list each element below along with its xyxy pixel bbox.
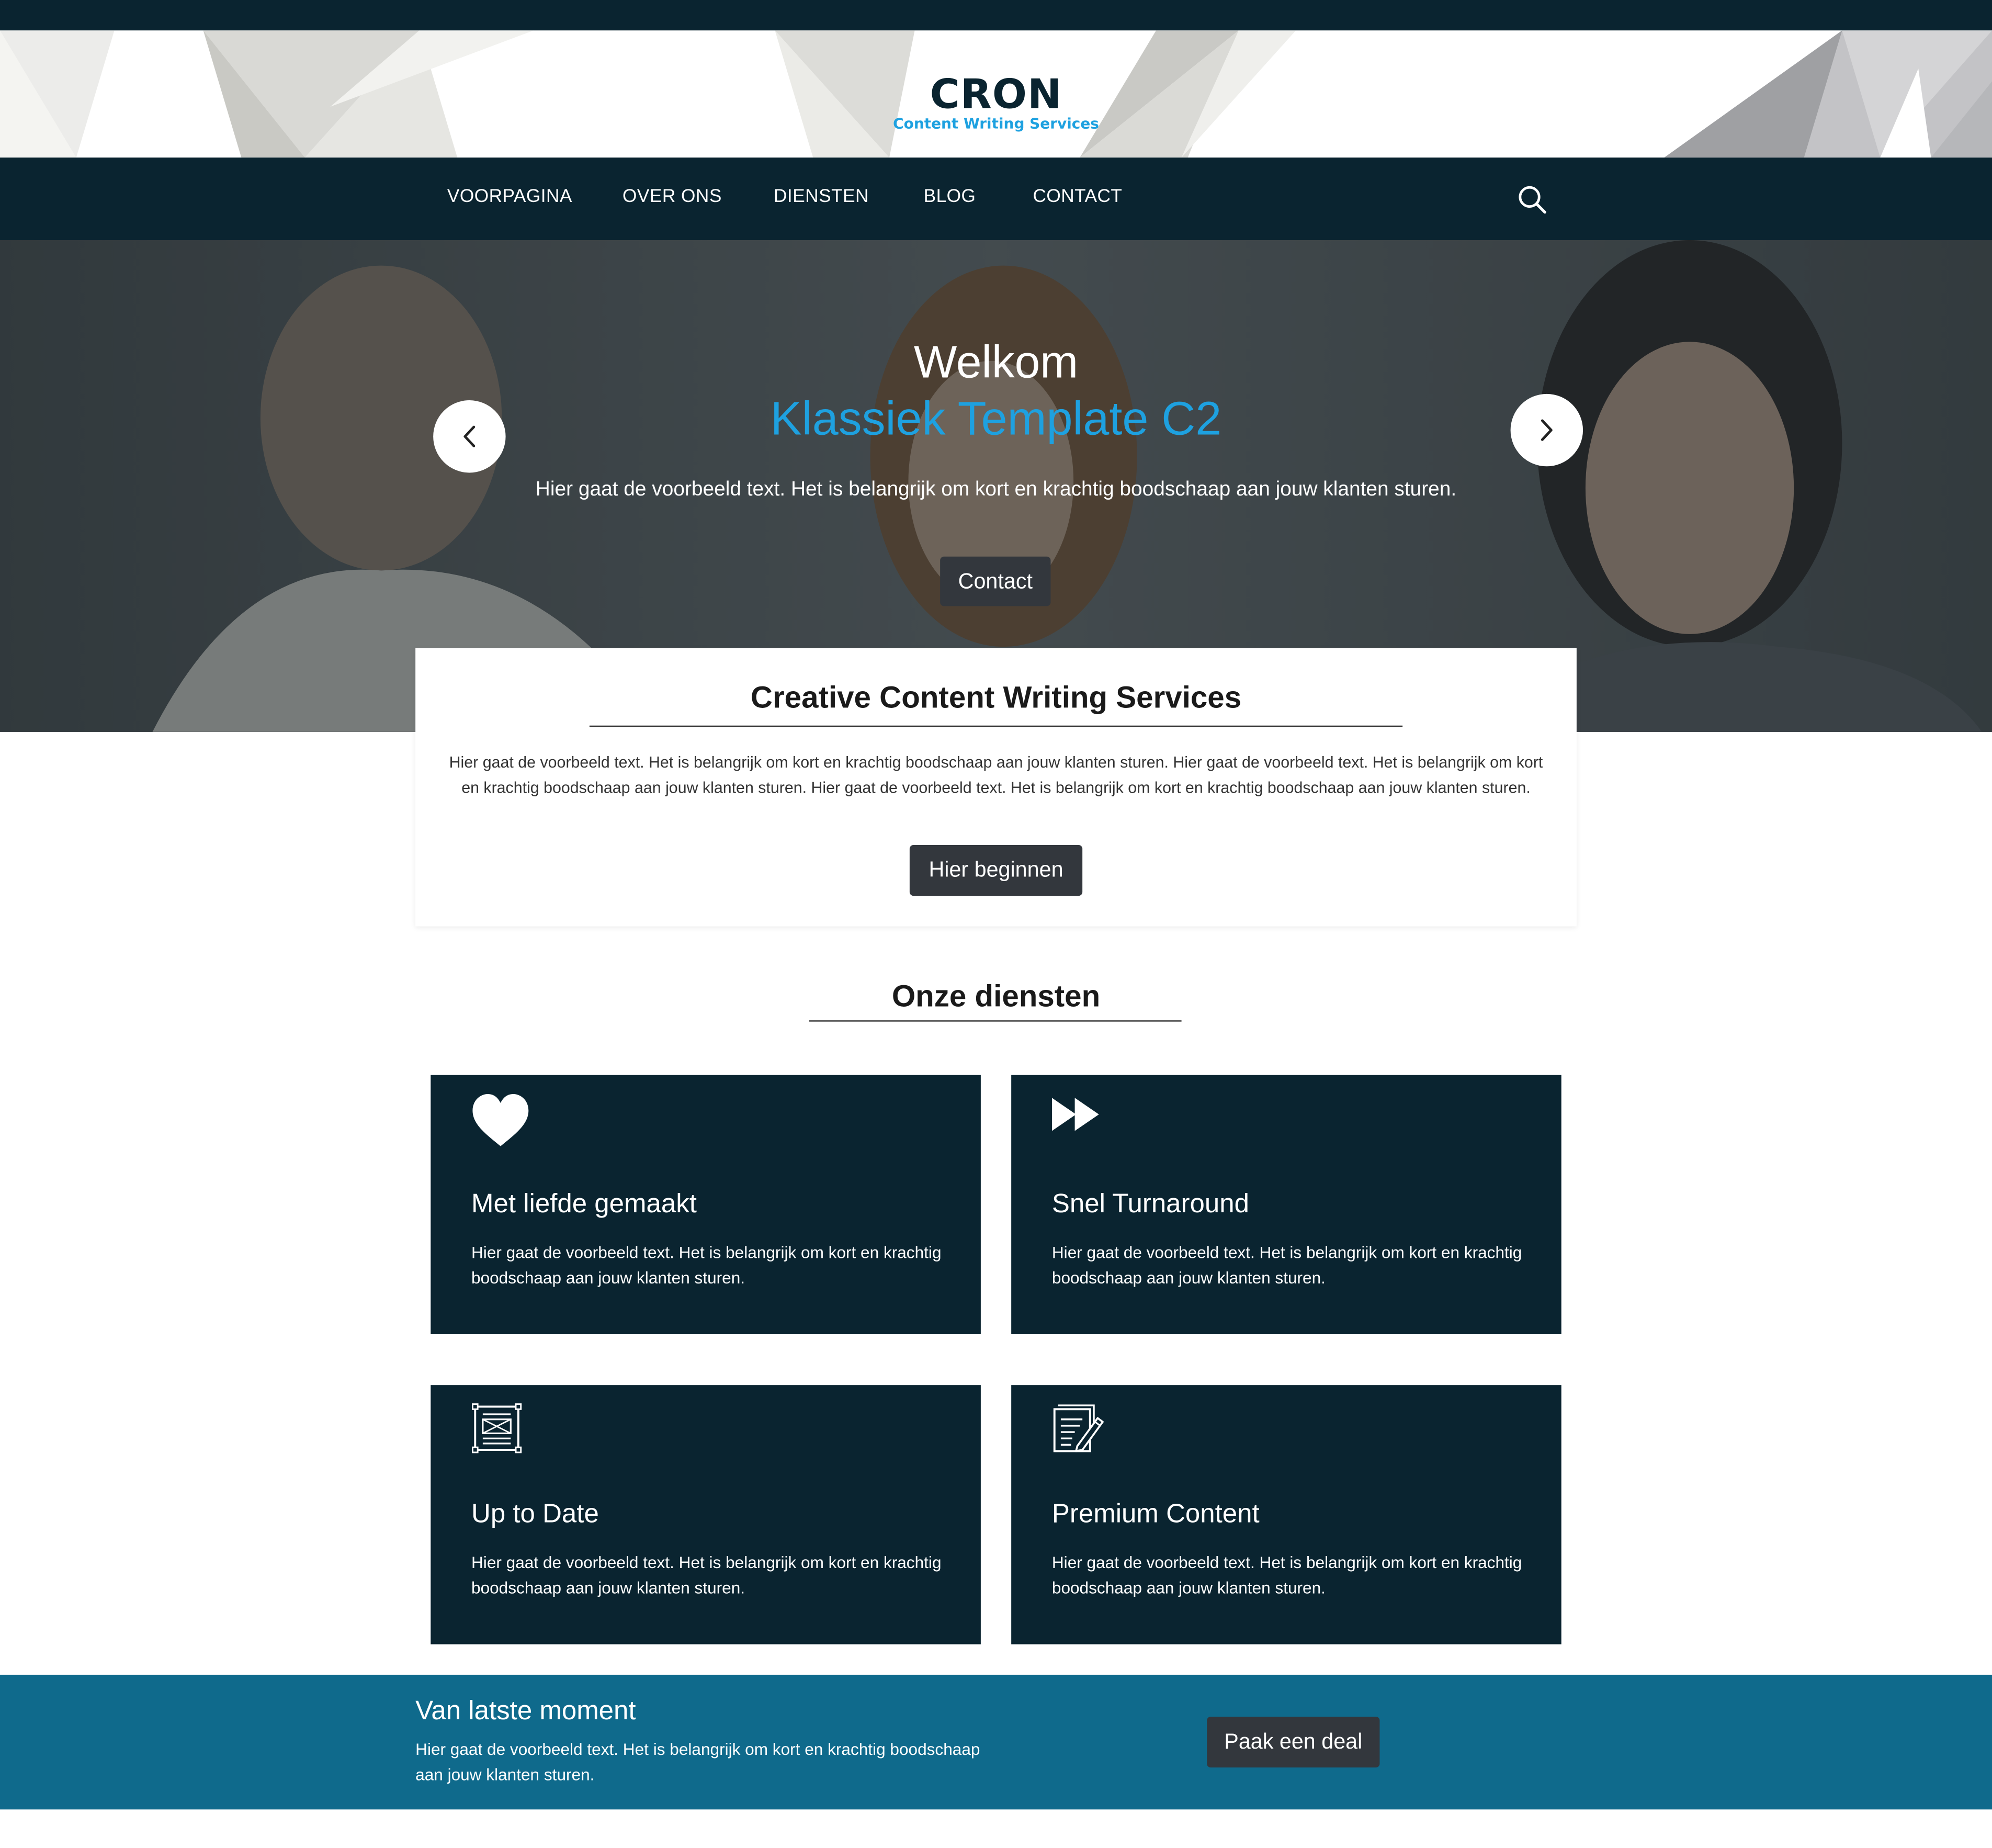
- nav-item-voorpagina[interactable]: VOORPAGINA: [447, 187, 572, 207]
- service-title: Up to Date: [471, 1499, 599, 1529]
- chevron-right-icon: [1541, 419, 1553, 441]
- service-card[interactable]: Premium Content Hier gaat de voorbeeld t…: [1011, 1385, 1561, 1644]
- page: CRON Content Writing Services VOORPAGINA…: [0, 0, 1992, 1836]
- search-icon[interactable]: [1517, 184, 1547, 215]
- deal-title: Van latste moment: [415, 1696, 636, 1726]
- hero-subtitle: Klassiek Template C2: [770, 392, 1222, 445]
- nav-item-over-ons[interactable]: OVER ONS: [622, 187, 722, 207]
- logo-subtitle: Content Writing Services: [893, 114, 1099, 132]
- nav-item-blog[interactable]: BLOG: [924, 187, 976, 207]
- chevron-left-icon: [463, 425, 476, 447]
- start-button[interactable]: Hier beginnen: [909, 845, 1083, 896]
- slider-prev-button[interactable]: [433, 400, 506, 473]
- nav-item-diensten[interactable]: DIENSTEN: [774, 187, 869, 207]
- logo-title: CRON: [930, 70, 1062, 118]
- heart-icon: [472, 1094, 529, 1146]
- service-text: Hier gaat de voorbeeld text. Het is bela…: [471, 1243, 942, 1288]
- slider-next-button[interactable]: [1510, 393, 1583, 467]
- fast-forward-icon: [1051, 1098, 1099, 1131]
- service-card[interactable]: Met liefde gemaakt Hier gaat de voorbeel…: [431, 1075, 981, 1335]
- main-nav: VOORPAGINA OVER ONS DIENSTEN BLOG CONTAC…: [0, 157, 1992, 241]
- brand-header: CRON Content Writing Services: [0, 30, 1992, 158]
- service-text: Hier gaat de voorbeeld text. Het is bela…: [1051, 1552, 1522, 1597]
- top-bar: [0, 0, 1992, 31]
- edit-document-icon: [1053, 1404, 1104, 1452]
- service-text: Hier gaat de voorbeeld text. Het is bela…: [471, 1552, 942, 1597]
- nav-item-contact[interactable]: CONTACT: [1033, 187, 1122, 207]
- services-title: Onze diensten: [891, 979, 1101, 1015]
- intro-title: Creative Content Writing Services: [750, 681, 1242, 716]
- service-card[interactable]: Up to Date Hier gaat de voorbeeld text. …: [431, 1385, 981, 1644]
- hero-text: Hier gaat de voorbeeld text. Het is bela…: [535, 479, 1457, 501]
- intro-text: Hier gaat de voorbeeld text. Het is bela…: [449, 753, 1543, 797]
- contact-button[interactable]: Contact: [940, 556, 1051, 606]
- service-title: Met liefde gemaakt: [471, 1189, 697, 1219]
- service-text: Hier gaat de voorbeeld text. Het is bela…: [1051, 1243, 1522, 1288]
- deal-text: Hier gaat de voorbeeld text. Het is bela…: [415, 1739, 980, 1784]
- deal-banner: Van latste moment Hier gaat de voorbeeld…: [0, 1674, 1992, 1810]
- hero-title: Welkom: [913, 335, 1079, 388]
- service-title: Snel Turnaround: [1051, 1189, 1249, 1219]
- logo[interactable]: CRON Content Writing Services: [0, 69, 1992, 132]
- services-divider: [809, 1020, 1182, 1022]
- intro-card: Creative Content Writing Services Hier g…: [415, 648, 1577, 927]
- intro-divider: [589, 725, 1403, 727]
- service-card[interactable]: Snel Turnaround Hier gaat de voorbeeld t…: [1011, 1075, 1561, 1335]
- deal-button[interactable]: Paak een deal: [1207, 1717, 1380, 1768]
- newspaper-icon: [471, 1403, 522, 1453]
- service-title: Premium Content: [1051, 1499, 1260, 1529]
